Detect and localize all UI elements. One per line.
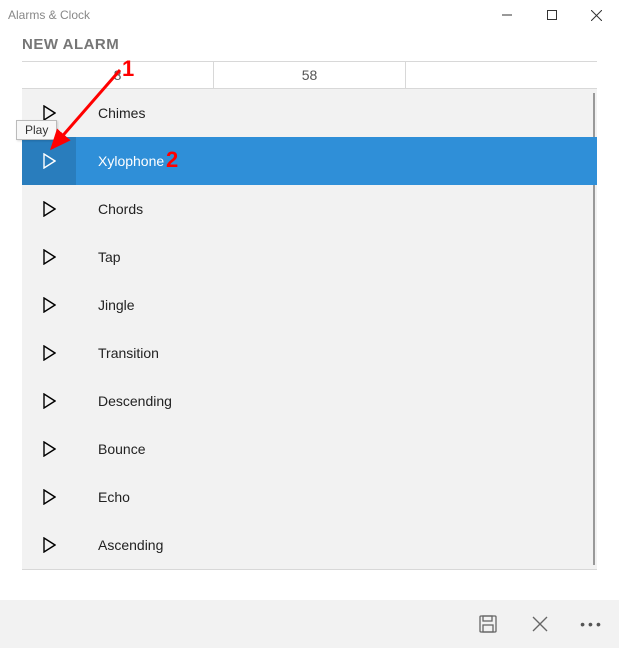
sound-item[interactable]: Jingle [22, 281, 597, 329]
play-button[interactable] [22, 281, 76, 329]
play-button[interactable] [22, 233, 76, 281]
sound-label: Chords [76, 201, 143, 217]
sound-item[interactable]: Xylophone [22, 137, 597, 185]
cancel-icon [532, 616, 548, 632]
sound-item[interactable]: Transition [22, 329, 597, 377]
play-button[interactable] [22, 329, 76, 377]
minimize-button[interactable] [484, 0, 529, 30]
play-button[interactable] [22, 425, 76, 473]
sound-label: Ascending [76, 537, 163, 553]
sound-item[interactable]: Tap [22, 233, 597, 281]
sound-item[interactable]: Ascending [22, 521, 597, 569]
sound-label: Chimes [76, 105, 145, 121]
minimize-icon [502, 10, 512, 20]
play-button[interactable] [22, 377, 76, 425]
more-button[interactable]: ••• [577, 609, 607, 639]
sound-item[interactable]: Descending [22, 377, 597, 425]
cancel-button[interactable] [525, 609, 555, 639]
sound-label: Echo [76, 489, 130, 505]
save-icon [479, 615, 497, 633]
maximize-button[interactable] [529, 0, 574, 30]
maximize-icon [547, 10, 557, 20]
window-controls [484, 0, 619, 30]
save-button[interactable] [473, 609, 503, 639]
time-picker[interactable]: 8 58 [22, 61, 597, 89]
ellipsis-icon: ••• [580, 616, 604, 632]
close-icon [591, 10, 602, 21]
play-icon [42, 537, 56, 553]
window-title: Alarms & Clock [8, 8, 484, 22]
sound-list: Chimes Xylophone Chords Tap Jingle Transition… [22, 89, 597, 570]
play-icon [42, 345, 56, 361]
play-icon [42, 201, 56, 217]
titlebar: Alarms & Clock [0, 0, 619, 30]
time-minute[interactable]: 58 [214, 62, 406, 88]
play-tooltip: Play [16, 120, 57, 140]
play-button[interactable] [22, 521, 76, 569]
sound-label: Jingle [76, 297, 135, 313]
close-window-button[interactable] [574, 0, 619, 30]
page-title: NEW ALARM [0, 30, 619, 61]
play-icon [42, 249, 56, 265]
play-icon [42, 441, 56, 457]
time-hour[interactable]: 8 [22, 62, 214, 88]
sound-label: Bounce [76, 441, 145, 457]
play-icon [42, 489, 56, 505]
sound-label: Descending [76, 393, 172, 409]
play-icon [42, 393, 56, 409]
command-bar: ••• [0, 600, 619, 648]
play-icon [42, 153, 56, 169]
sound-label: Tap [76, 249, 121, 265]
sound-item[interactable]: Echo [22, 473, 597, 521]
sound-label: Xylophone [76, 153, 164, 169]
play-button[interactable] [22, 473, 76, 521]
time-ampm[interactable] [406, 62, 597, 88]
sound-label: Transition [76, 345, 159, 361]
sound-item[interactable]: Bounce [22, 425, 597, 473]
play-icon [42, 297, 56, 313]
play-icon [42, 105, 56, 121]
sound-item[interactable]: Chimes [22, 89, 597, 137]
sound-item[interactable]: Chords [22, 185, 597, 233]
play-button[interactable] [22, 185, 76, 233]
play-button[interactable] [22, 137, 76, 185]
